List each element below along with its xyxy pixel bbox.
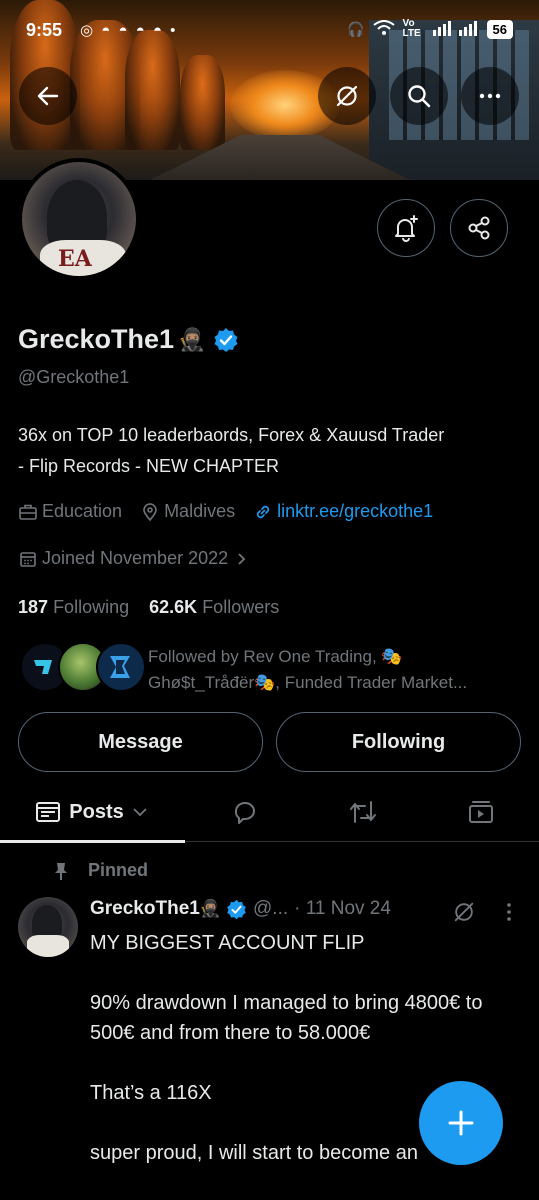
post-line: 90% drawdown I managed to bring 4800€ to… [90,992,483,1044]
joined-date[interactable]: Joined November 2022 [18,548,250,569]
post-handle: @... [253,898,289,919]
pinned-label: Pinned [88,860,149,880]
post-line: MY BIGGEST ACCOUNT FLIP [90,932,365,954]
followed-by-line: Followed by Rev One Trading, 🎭 [148,647,403,666]
follower-avatar [96,642,146,692]
following-count-link[interactable]: 187 Following [18,597,129,617]
tab-posts[interactable]: Posts [0,782,185,843]
posts-icon [36,802,61,822]
notifications-button[interactable] [377,199,435,257]
follow-counts: 187 Following 62.6K Followers [18,597,279,618]
search-button[interactable] [390,67,448,125]
post-header: GreckoThe1 🥷🏽 @... · 11 Nov 24 [90,898,520,923]
headphones-icon: 🎧 [347,20,365,37]
repost-icon [350,801,376,823]
battery-icon: 56 [486,19,513,39]
message-button-label: Message [98,730,183,753]
plus-icon [448,1110,474,1136]
profile-link[interactable]: linktr.ee/greckothe1 [253,501,433,522]
wifi-icon [372,19,395,39]
tab-replies[interactable] [208,782,282,842]
network-label: Vo LTE [402,18,421,39]
following-button[interactable]: Following [276,712,521,772]
reply-icon [234,802,255,824]
bio-line: - Flip Records - NEW CHAPTER [18,456,280,476]
media-icon [469,801,493,823]
profile-location: Maldives [164,501,236,521]
more-icon [479,93,501,99]
grok-icon[interactable] [452,900,476,924]
followed-by[interactable]: Followed by Rev One Trading, 🎭 Ghø$t_Trå… [20,642,520,696]
grok-icon [336,85,358,107]
status-time: 9:55 [26,20,63,40]
back-button[interactable] [19,67,77,125]
following-label: Following [53,597,130,617]
share-button[interactable] [450,199,508,257]
profile-tabs: Posts [0,782,539,843]
share-icon [468,216,490,240]
following-count: 187 [18,597,49,617]
ninja-emoji: 🥷🏽 [178,326,206,352]
tab-highlights[interactable] [326,782,400,842]
post-date: · 11 Nov 24 [294,898,391,919]
post-author-emoji: 🥷🏽 [199,899,221,918]
briefcase-icon [19,504,37,520]
profile-avatar[interactable] [18,158,140,280]
bell-plus-icon [395,215,418,242]
profile-handle: @Greckothe1 [18,367,130,387]
joined-text: Joined November 2022 [42,548,229,568]
arrow-left-icon [37,86,59,106]
location-icon [143,502,157,521]
link-icon [256,505,270,518]
post-text[interactable]: MY BIGGEST ACCOUNT FLIP 90% drawdown I m… [90,928,490,1198]
profile-link-text: linktr.ee/greckothe1 [277,501,434,521]
profile-bio: 36x on TOP 10 leaderbaords, Forex & Xauu… [18,420,523,482]
profile-meta: Education Maldives linktr.ee/greckothe1 [18,501,433,522]
verified-badge-icon [214,327,238,352]
tab-media[interactable] [444,782,518,842]
more-button[interactable] [461,67,519,125]
compose-button[interactable] [419,1081,503,1165]
signal-icon [432,20,479,39]
post-avatar[interactable] [18,897,78,957]
search-icon [408,85,431,108]
message-button[interactable]: Message [18,712,263,772]
calendar-icon [20,551,36,567]
followed-by-line: Ghø$t_Tråđër🎭, Funded Trader Market... [148,673,468,692]
followers-label: Followers [202,597,280,617]
post-author[interactable]: GreckoThe1 [90,898,200,920]
status-bar: 9:55 ◎ ◓ ◓ ◓ ◓ • 🎧 Vo LTE 56 [0,0,539,60]
profile-name-text: GreckoThe1 [18,324,175,354]
post-more-icon[interactable] [505,901,513,923]
notification-icons: ◎ ◓ ◓ ◓ ◓ • [80,22,178,39]
grok-button[interactable] [318,67,376,125]
pin-icon [55,862,67,880]
following-button-label: Following [351,730,446,753]
chevron-right-icon [238,552,246,565]
tab-posts-label: Posts [69,800,124,823]
followers-count-link[interactable]: 62.6K Followers [149,597,279,617]
profile-name: GreckoThe1 🥷🏽 [18,324,239,355]
verified-badge-icon [227,899,246,919]
profile-category: Education [42,501,123,521]
bio-line: 36x on TOP 10 leaderbaords, Forex & Xauu… [18,425,445,445]
chevron-down-icon [133,808,147,817]
followers-count: 62.6K [149,597,198,617]
pinned-indicator: Pinned [52,860,148,881]
